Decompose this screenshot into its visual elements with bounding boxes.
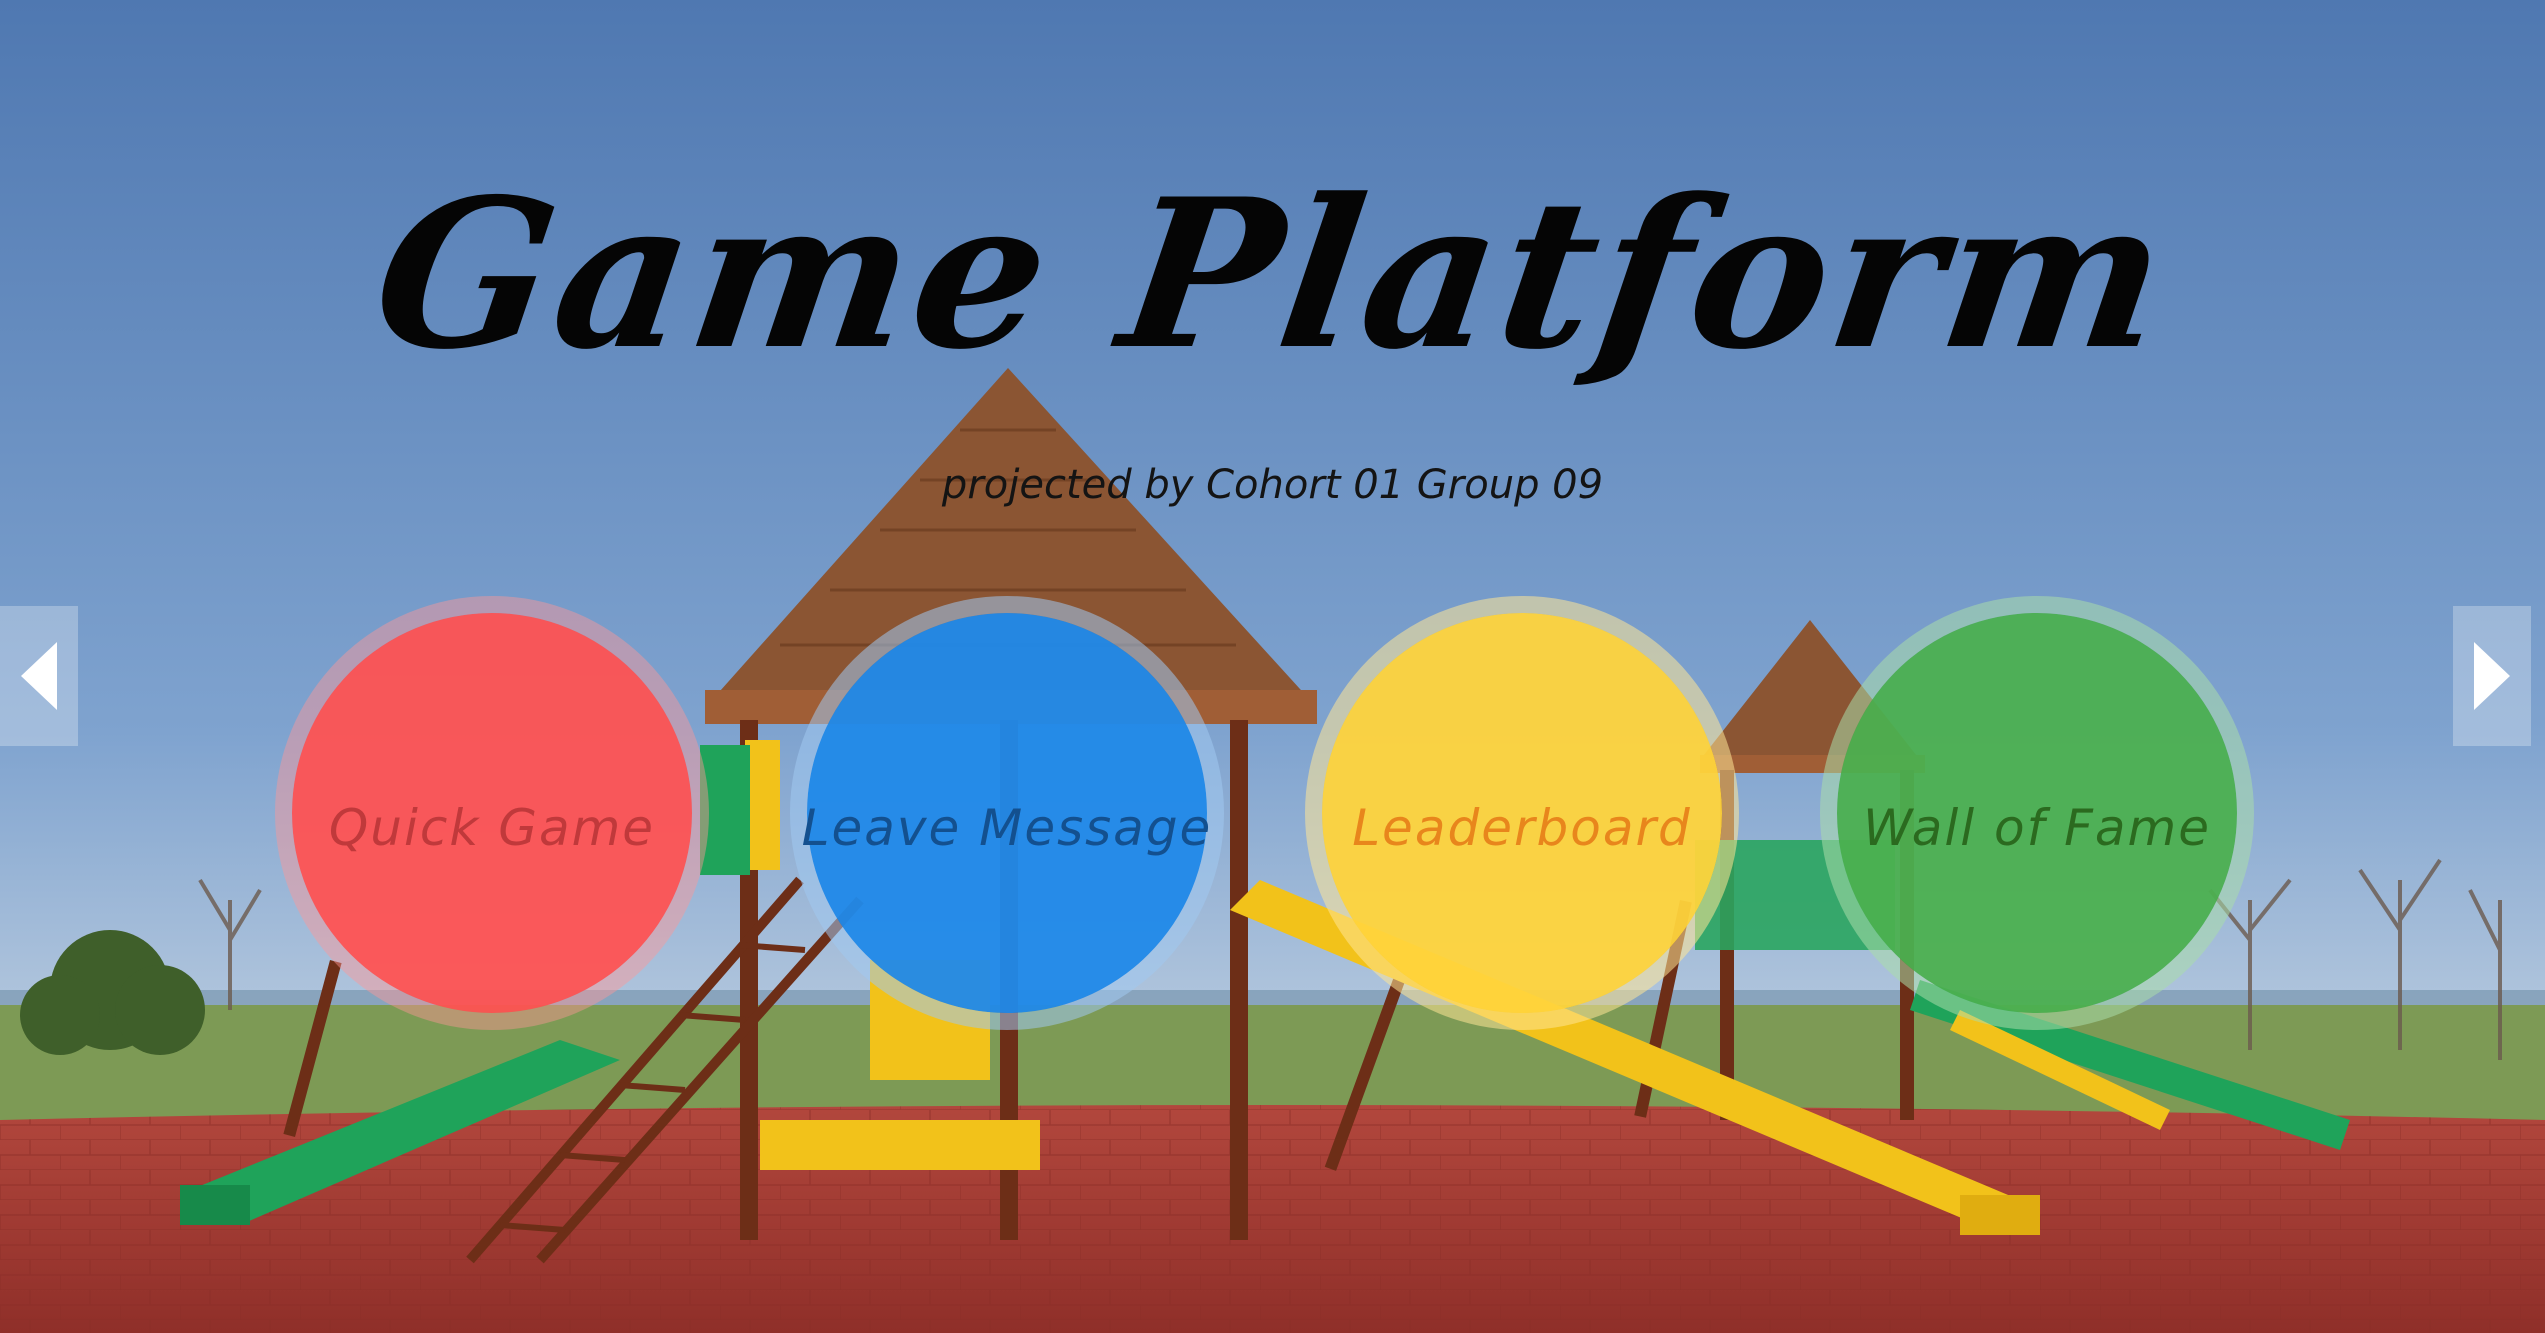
page-title: Game Platform (361, 155, 2184, 395)
leaderboard-label: Leaderboard (1352, 799, 1692, 857)
wall-of-fame-button[interactable]: Wall of Fame (1820, 596, 2254, 1030)
leaderboard-button[interactable]: Leaderboard (1305, 596, 1739, 1030)
page-subtitle: projected by Cohort 01 Group 09 (941, 462, 1604, 508)
carousel-prev-button[interactable] (0, 606, 78, 746)
leave-message-label: Leave Message (801, 799, 1213, 857)
leave-message-button[interactable]: Leave Message (790, 596, 1224, 1030)
carousel-next-button[interactable] (2453, 606, 2531, 746)
wall-of-fame-label: Wall of Fame (1863, 799, 2211, 857)
quick-game-label: Quick Game (328, 799, 656, 857)
quick-game-button[interactable]: Quick Game (275, 596, 709, 1030)
triangle-left-icon (21, 642, 57, 710)
triangle-right-icon (2474, 642, 2510, 710)
